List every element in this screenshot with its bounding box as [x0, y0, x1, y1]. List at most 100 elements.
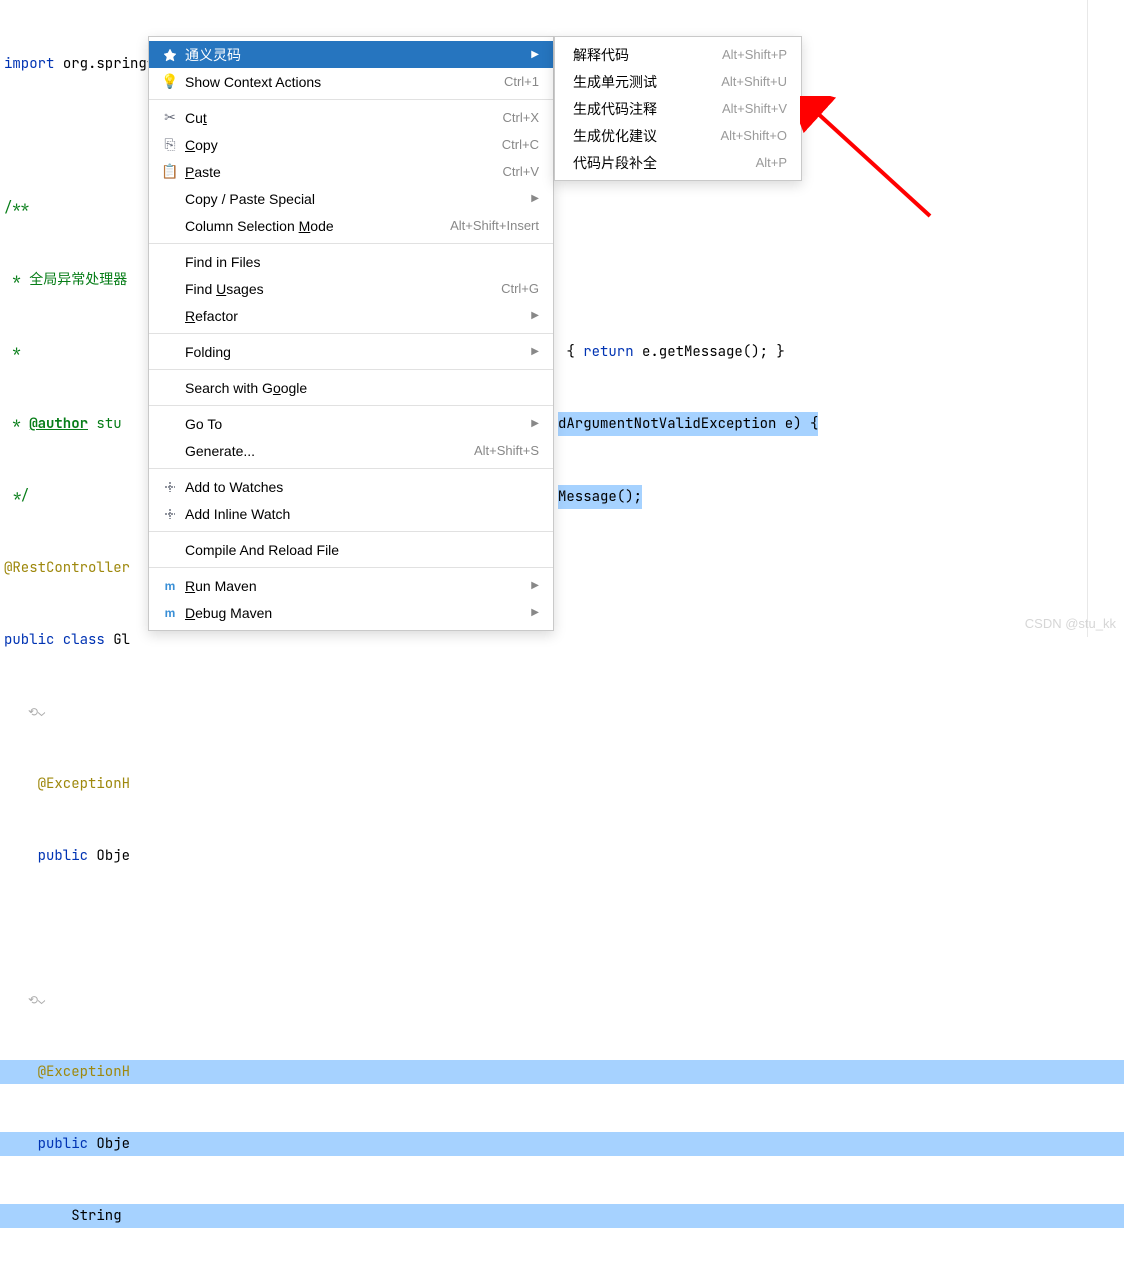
bulb-icon: 💡	[159, 73, 181, 90]
menu-item-paste[interactable]: 📋 Paste Ctrl+V	[149, 158, 553, 185]
plus-icon	[159, 480, 181, 494]
tongyi-icon	[159, 48, 181, 62]
menu-label: Copy	[181, 137, 502, 153]
code-line: ⟲⌄	[0, 700, 1124, 724]
maven-icon: m	[159, 579, 181, 593]
menu-label: Cut	[181, 110, 503, 126]
menu-separator	[149, 243, 553, 244]
javadoc-open: /**	[4, 196, 29, 220]
shortcut: Ctrl+G	[501, 281, 539, 296]
menu-label: Column Selection Mode	[181, 218, 450, 234]
copy-icon: ⎘	[159, 136, 181, 153]
code-fragment-selected: dArgumentNotValidException e) {	[558, 412, 818, 436]
shortcut: Alt+Shift+Insert	[450, 218, 539, 233]
menu-item-find-in-files[interactable]: Find in Files	[149, 248, 553, 275]
plus-icon	[159, 507, 181, 521]
clipboard-icon: 📋	[159, 163, 181, 180]
annotation: @RestController	[4, 556, 130, 580]
editor-right-margin	[1087, 0, 1088, 637]
javadoc-close: */	[4, 484, 29, 508]
menu-label: Find Usages	[181, 281, 501, 297]
code-fragment: { return e.getMessage(); }	[558, 316, 785, 364]
menu-item-goto[interactable]: Go To ▶	[149, 410, 553, 437]
chevron-right-icon: ▶	[531, 49, 539, 60]
menu-label: Run Maven	[181, 578, 525, 594]
menu-item-run-maven[interactable]: m Run Maven ▶	[149, 572, 553, 599]
keyword: public	[4, 628, 54, 652]
menu-label: Add Inline Watch	[181, 506, 539, 522]
chevron-right-icon: ▶	[531, 580, 539, 591]
menu-item-cut[interactable]: ✂ Cut Ctrl+X	[149, 104, 553, 131]
keyword-import: import	[4, 52, 54, 76]
javadoc-text: * 全局异常处理器	[4, 268, 127, 292]
menu-item-copy[interactable]: ⎘ Copy Ctrl+C	[149, 131, 553, 158]
menu-item-generate[interactable]: Generate... Alt+Shift+S	[149, 437, 553, 464]
menu-separator	[149, 531, 553, 532]
submenu-item-optimize[interactable]: 生成优化建议 Alt+Shift+O	[555, 122, 801, 149]
chevron-right-icon: ▶	[531, 193, 539, 204]
menu-label: 通义灵码	[181, 45, 525, 65]
shortcut: Alt+Shift+V	[722, 101, 787, 116]
menu-item-refactor[interactable]: Refactor ▶	[149, 302, 553, 329]
context-menu: 通义灵码 ▶ 💡 Show Context Actions Ctrl+1 ✂ C…	[148, 36, 554, 631]
menu-label: Generate...	[181, 443, 474, 459]
submenu-item-comment[interactable]: 生成代码注释 Alt+Shift+V	[555, 95, 801, 122]
menu-separator	[149, 405, 553, 406]
submenu-item-complete[interactable]: 代码片段补全 Alt+P	[555, 149, 801, 176]
menu-item-folding[interactable]: Folding ▶	[149, 338, 553, 365]
chevron-right-icon: ▶	[531, 346, 539, 357]
gutter-icon[interactable]: ⟲⌄	[28, 988, 56, 1012]
shortcut: Ctrl+X	[503, 110, 539, 125]
code-line-selected: @ExceptionH	[0, 1060, 1124, 1084]
code-line-selected: public Obje	[0, 1132, 1124, 1156]
submenu-label: 解释代码	[573, 45, 722, 65]
menu-item-add-watches[interactable]: Add to Watches	[149, 473, 553, 500]
menu-label: Search with Google	[181, 380, 539, 396]
menu-label: Debug Maven	[181, 605, 525, 621]
menu-item-debug-maven[interactable]: m Debug Maven ▶	[149, 599, 553, 626]
menu-item-column-selection[interactable]: Column Selection Mode Alt+Shift+Insert	[149, 212, 553, 239]
shortcut: Alt+Shift+U	[721, 74, 787, 89]
menu-item-copy-paste-special[interactable]: Copy / Paste Special ▶	[149, 185, 553, 212]
menu-label: Add to Watches	[181, 479, 539, 495]
menu-separator	[149, 369, 553, 370]
code-line: @ExceptionH	[0, 772, 1124, 796]
annotation: @ExceptionH	[38, 1060, 130, 1084]
menu-label: Go To	[181, 416, 525, 432]
shortcut: Ctrl+C	[502, 137, 539, 152]
shortcut: Alt+Shift+S	[474, 443, 539, 458]
annotation: @ExceptionH	[38, 772, 130, 796]
menu-item-tongyi[interactable]: 通义灵码 ▶	[149, 41, 553, 68]
submenu-item-explain[interactable]: 解释代码 Alt+Shift+P	[555, 41, 801, 68]
code-line	[0, 916, 1124, 940]
menu-item-add-inline-watch[interactable]: Add Inline Watch	[149, 500, 553, 527]
menu-item-context-actions[interactable]: 💡 Show Context Actions Ctrl+1	[149, 68, 553, 95]
menu-separator	[149, 567, 553, 568]
submenu-label: 代码片段补全	[573, 153, 756, 173]
menu-label: Folding	[181, 344, 525, 360]
code-line: public class Gl	[0, 628, 1124, 652]
menu-separator	[149, 333, 553, 334]
menu-item-find-usages[interactable]: Find Usages Ctrl+G	[149, 275, 553, 302]
chevron-right-icon: ▶	[531, 607, 539, 618]
shortcut: Ctrl+V	[503, 164, 539, 179]
chevron-right-icon: ▶	[531, 418, 539, 429]
gutter-icon[interactable]: ⟲⌄	[28, 700, 56, 724]
shortcut: Alt+Shift+O	[721, 128, 787, 143]
submenu-item-unittest[interactable]: 生成单元测试 Alt+Shift+U	[555, 68, 801, 95]
submenu-tongyi: 解释代码 Alt+Shift+P 生成单元测试 Alt+Shift+U 生成代码…	[554, 36, 802, 181]
menu-item-search-google[interactable]: Search with Google	[149, 374, 553, 401]
shortcut: Alt+P	[756, 155, 787, 170]
menu-item-compile-reload[interactable]: Compile And Reload File	[149, 536, 553, 563]
menu-label: Compile And Reload File	[181, 542, 539, 558]
shortcut: Alt+Shift+P	[722, 47, 787, 62]
menu-separator	[149, 99, 553, 100]
maven-icon: m	[159, 606, 181, 620]
menu-label: Copy / Paste Special	[181, 191, 525, 207]
code-line-selected: String	[0, 1204, 1124, 1228]
javadoc-tag: @author	[29, 412, 88, 436]
menu-label: Show Context Actions	[181, 74, 504, 90]
code-line: public Obje	[0, 844, 1124, 868]
scissors-icon: ✂	[159, 109, 181, 126]
menu-separator	[149, 468, 553, 469]
